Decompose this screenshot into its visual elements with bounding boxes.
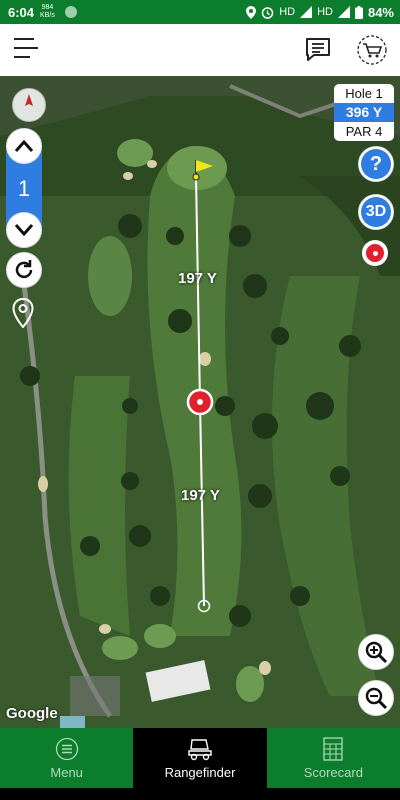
battery-percent: 84% xyxy=(367,4,394,20)
target-icon xyxy=(366,244,384,262)
target-marker[interactable] xyxy=(186,388,214,416)
hole-number: 1 xyxy=(17,176,31,201)
hamburger-menu-button[interactable] xyxy=(14,38,38,60)
add-target-button[interactable] xyxy=(362,240,388,266)
compass-button[interactable] xyxy=(12,88,46,122)
hole-navigator: 1 xyxy=(6,128,42,248)
distance-label-upper: 197 Y xyxy=(178,270,217,287)
previous-hole-button[interactable] xyxy=(6,212,42,248)
map-attribution: Google xyxy=(6,705,58,722)
app-header xyxy=(0,24,400,76)
network-speed: 984 KB/s xyxy=(40,4,55,20)
tab-menu[interactable]: Menu xyxy=(0,728,134,788)
tab-scorecard-label: Scorecard xyxy=(303,765,363,780)
zoom-out-icon xyxy=(365,687,388,710)
cart-icon[interactable] xyxy=(356,34,388,66)
hole-label: Hole 1 xyxy=(345,86,383,101)
chevron-up-icon xyxy=(14,139,34,152)
compass-icon xyxy=(25,94,33,106)
3d-label: 3D xyxy=(361,197,391,227)
network-label-2: HD xyxy=(317,6,333,18)
status-bar: 6:04 984 KB/s HD HD 84% xyxy=(0,0,400,24)
help-icon: ? xyxy=(361,149,391,179)
3d-view-button[interactable]: 3D xyxy=(358,194,394,230)
network-speed-unit: KB/s xyxy=(40,12,55,19)
tab-rangefinder-label: Rangefinder xyxy=(164,765,236,780)
system-nav-bar xyxy=(0,788,400,800)
notification-icon xyxy=(64,6,77,18)
bottom-navigation: Menu Rangefinder Scorecard xyxy=(0,728,400,788)
satellite-map-image xyxy=(0,76,400,728)
network-label-1: HD xyxy=(279,6,296,18)
distance-label-lower: 197 Y xyxy=(181,487,220,504)
refresh-button[interactable] xyxy=(6,252,42,288)
zoom-in-icon xyxy=(365,641,388,664)
hole-par: PAR 4 xyxy=(345,124,383,139)
scorecard-icon xyxy=(323,737,343,761)
zoom-in-button[interactable] xyxy=(358,634,394,670)
chevron-down-icon xyxy=(14,224,34,237)
hole-info-box: Hole 1 396 Y PAR 4 xyxy=(334,84,394,141)
location-pin-icon[interactable] xyxy=(12,298,34,328)
refresh-icon xyxy=(15,260,33,279)
signal-icon xyxy=(337,6,350,18)
tab-menu-label: Menu xyxy=(50,765,83,780)
alarm-icon xyxy=(261,6,274,19)
next-hole-button[interactable] xyxy=(6,128,42,164)
hamburger-line xyxy=(14,47,38,49)
golf-cart-icon xyxy=(188,739,212,761)
zoom-out-button[interactable] xyxy=(358,680,394,716)
network-speed-value: 984 xyxy=(41,4,54,11)
hamburger-line xyxy=(14,56,30,58)
course-map[interactable]: 197 Y 197 Y 1 Hole 1 396 Y PAR 4 ? 3D Go… xyxy=(0,76,400,728)
location-icon xyxy=(246,5,257,19)
status-time: 6:04 xyxy=(8,4,35,20)
chat-icon[interactable] xyxy=(304,36,332,64)
tab-scorecard[interactable]: Scorecard xyxy=(266,728,400,788)
menu-icon xyxy=(55,737,78,761)
hamburger-line xyxy=(14,38,34,40)
signal-icon xyxy=(300,6,313,18)
status-icons: HD HD 84% xyxy=(246,0,394,24)
battery-icon xyxy=(354,5,363,19)
hole-yardage: 396 Y xyxy=(334,103,394,122)
tab-rangefinder[interactable]: Rangefinder xyxy=(133,728,267,788)
help-button[interactable]: ? xyxy=(358,146,394,182)
